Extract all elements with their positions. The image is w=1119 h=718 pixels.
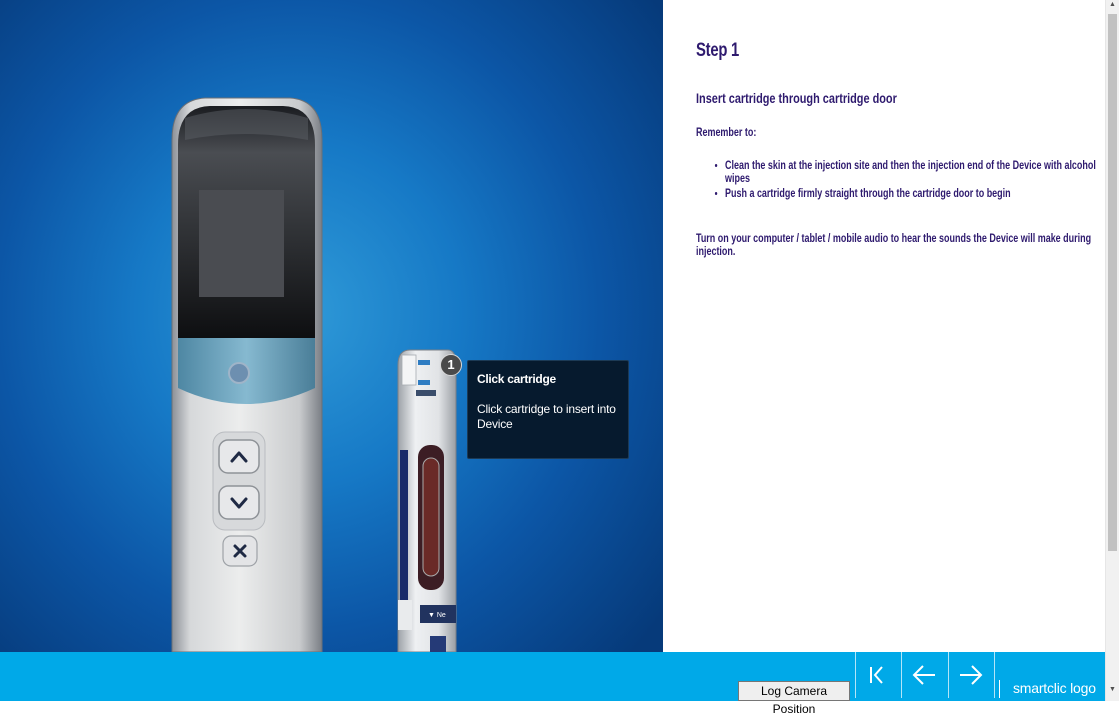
step-title: Step 1 [696,40,740,61]
device-indicator-light [228,362,250,384]
cartridge[interactable]: ▼ Ne [397,349,457,652]
skip-to-first-icon [870,666,883,684]
vertical-scrollbar[interactable]: ▲ ▼ [1105,0,1119,701]
tooltip-body: Click cartridge to insert into Device [477,402,616,431]
3d-viewport[interactable]: ▼ Ne 1 Click cartridge Click cartridge t… [0,0,663,652]
log-camera-position-button[interactable]: Log Camera Position [738,681,850,716]
reminder-list: Clean the skin at the injection site and… [711,160,1119,203]
svg-text:▼ Ne: ▼ Ne [428,612,446,619]
first-step-button[interactable] [855,652,901,698]
hint-tooltip: Click cartridge Click cartridge to inser… [467,360,629,459]
device-scene: ▼ Ne [171,97,457,652]
scroll-down-arrow-icon[interactable]: ▼ [1109,686,1116,693]
arrow-right-icon [960,665,983,685]
remember-label: Remember to: [696,127,757,139]
device-screen [199,190,284,297]
list-item: Push a cartridge firmly straight through… [725,188,1119,201]
arrow-left-icon [912,665,935,685]
step-number-badge[interactable]: 1 [440,354,462,376]
audio-note: Turn on your computer / tablet / mobile … [696,233,1092,258]
previous-step-button[interactable] [901,652,947,698]
list-item: Clean the skin at the injection site and… [725,160,1119,186]
logo-separator [999,680,1000,698]
tooltip-title: Click cartridge [477,372,556,386]
instruction-panel: Step 1 Insert cartridge through cartridg… [663,0,1105,652]
footer-bar: Log Camera Position smartclic logo [0,652,1105,716]
device-up-button[interactable] [218,439,260,474]
scrollbar-thumb[interactable] [1108,14,1117,551]
nav-divider [994,652,995,698]
device-down-button[interactable] [218,485,260,520]
scroll-up-arrow-icon[interactable]: ▲ [1109,1,1116,8]
step-subheading: Insert cartridge through cartridge door [696,90,897,106]
smartclic-logo: smartclic logo [1013,680,1096,696]
injection-device [171,97,323,652]
next-step-button[interactable] [948,652,994,698]
